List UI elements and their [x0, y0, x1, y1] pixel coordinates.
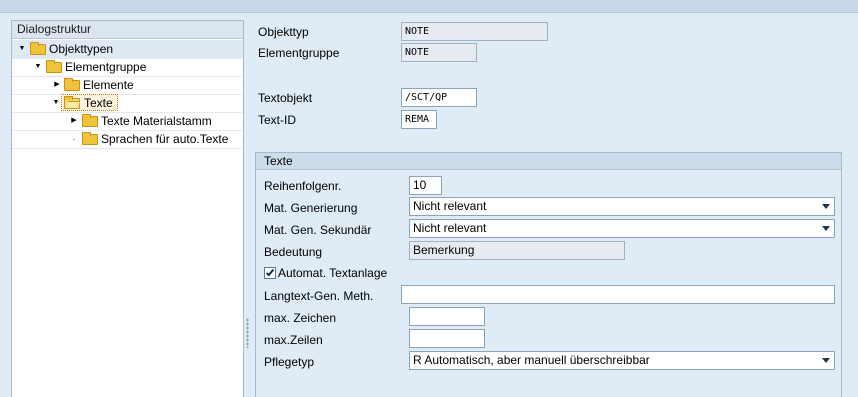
tree-node-objekttypen[interactable]: ▼ Objekttypen [12, 40, 243, 58]
folder-icon [64, 78, 80, 91]
leaf-bullet-icon: · [72, 134, 76, 144]
tree-node-elementgruppe[interactable]: ▼ Elementgruppe [12, 58, 243, 76]
langtext-gen-input[interactable] [401, 285, 835, 304]
tree-node-label: Elementgruppe [65, 60, 147, 74]
folder-icon [82, 114, 98, 127]
tree-header: Dialogstruktur [12, 21, 243, 39]
collapse-arrow-icon[interactable]: ▼ [18, 40, 26, 58]
bedeutung-label: Bedeutung [264, 245, 323, 259]
pflegetyp-select[interactable]: R Automatisch, aber manuell überschreibb… [409, 351, 835, 370]
mat-generierung-value: Nicht relevant [413, 199, 487, 213]
folder-icon [82, 132, 98, 145]
elementgruppe-field: NOTE [401, 43, 477, 62]
dialog-structure-tree: Dialogstruktur ▼ Objekttypen ▼ Elementgr… [11, 20, 244, 397]
tree-node-label: Sprachen für auto.Texte [101, 132, 229, 146]
tree-node-label: Objekttypen [49, 42, 114, 56]
expand-arrow-icon[interactable]: ▶ [70, 112, 78, 130]
folder-icon [30, 42, 46, 55]
max-zeilen-input[interactable] [409, 329, 485, 348]
langtext-gen-label: Langtext-Gen. Meth. [264, 289, 374, 303]
tree-node-sprachen[interactable]: · Sprachen für auto.Texte [12, 130, 243, 148]
textobjekt-input[interactable]: /SCT/QP [401, 88, 477, 107]
tree-node-label: Elemente [83, 78, 134, 92]
texte-group-title: Texte [256, 153, 841, 170]
tree-node-label: Texte Materialstamm [101, 114, 212, 128]
tree-row-divider [12, 148, 243, 149]
pflegetyp-value: R Automatisch, aber manuell überschreibb… [413, 353, 650, 367]
text-id-label: Text-ID [258, 113, 297, 127]
tree-node-elemente[interactable]: ▶ Elemente [12, 76, 243, 94]
automat-textanlage-checkbox[interactable] [264, 267, 276, 279]
pflegetyp-label: Pflegetyp [264, 355, 315, 369]
folder-icon [46, 60, 62, 73]
reihenfolge-input[interactable]: 10 [409, 176, 442, 195]
mat-gen-sekundaer-select[interactable]: Nicht relevant [409, 219, 835, 238]
reihenfolge-label: Reihenfolgenr. [264, 179, 342, 193]
dropdown-arrow-icon[interactable] [822, 358, 830, 363]
tree-node-texte-materialstamm[interactable]: ▶ Texte Materialstamm [12, 112, 243, 130]
tree-node-texte[interactable]: ▼ Texte [12, 94, 243, 112]
mat-gen-sekundaer-label: Mat. Gen. Sekundär [264, 223, 372, 237]
collapse-arrow-icon[interactable]: ▼ [52, 94, 60, 112]
dropdown-arrow-icon[interactable] [822, 226, 830, 231]
mat-gen-sekundaer-value: Nicht relevant [413, 221, 487, 235]
splitter-grip[interactable] [246, 318, 249, 348]
objekttyp-label: Objekttyp [258, 25, 309, 39]
mat-generierung-select[interactable]: Nicht relevant [409, 197, 835, 216]
collapse-arrow-icon[interactable]: ▼ [34, 58, 42, 76]
max-zeichen-input[interactable] [409, 307, 485, 326]
folder-open-icon [64, 96, 80, 109]
mat-generierung-label: Mat. Generierung [264, 201, 358, 215]
tree-node-label: Texte [84, 96, 113, 110]
top-toolbar-strip [0, 0, 858, 13]
checkmark-icon [265, 267, 275, 277]
max-zeichen-label: max. Zeichen [264, 311, 337, 325]
text-id-input[interactable]: REMA [401, 110, 437, 129]
textobjekt-label: Textobjekt [258, 91, 313, 105]
bedeutung-field: Bemerkung [409, 241, 625, 260]
elementgruppe-label: Elementgruppe [258, 46, 340, 60]
max-zeilen-label: max.Zeilen [264, 333, 323, 347]
automat-textanlage-label: Automat. Textanlage [278, 266, 388, 280]
dropdown-arrow-icon[interactable] [822, 204, 830, 209]
objekttyp-field: NOTE [401, 22, 548, 41]
expand-arrow-icon[interactable]: ▶ [53, 76, 61, 94]
